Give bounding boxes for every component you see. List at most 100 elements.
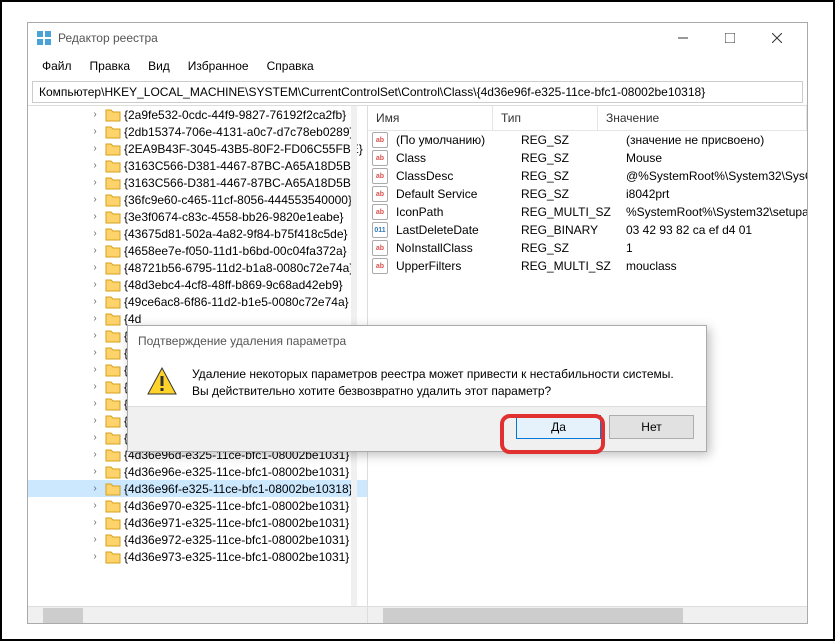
value-type: REG_MULTI_SZ — [517, 259, 622, 273]
tree-label: {2EA9B43F-3045-43B5-80F2-FD06C55FBE} — [124, 142, 363, 156]
value-type: REG_SZ — [517, 187, 622, 201]
list-row[interactable]: 011LastDeleteDateREG_BINARY03 42 93 82 c… — [368, 221, 807, 239]
yes-button[interactable]: Да — [516, 415, 601, 439]
col-header-value[interactable]: Значение — [598, 106, 807, 130]
tree-item[interactable]: › {3163C566-D381-4467-87BC-A65A18D5B} — [28, 174, 367, 191]
expander-icon[interactable]: › — [88, 449, 102, 460]
expander-icon[interactable]: › — [88, 534, 102, 545]
tree-item[interactable]: › {4d36e970-e325-11ce-bfc1-08002be1031} — [28, 497, 367, 514]
expander-icon[interactable]: › — [88, 126, 102, 137]
expander-icon[interactable]: › — [88, 228, 102, 239]
expander-icon[interactable]: › — [88, 398, 102, 409]
value-data: %SystemRoot%\System32\setupap — [622, 205, 807, 219]
tree-item[interactable]: ›{49ce6ac8-6f86-11d2-b1e5-0080c72e74a} — [28, 293, 367, 310]
dialog-line2: Вы действительно хотите безвозвратно уда… — [192, 383, 674, 400]
value-type-icon: ab — [372, 168, 388, 184]
value-data: Mouse — [622, 151, 807, 165]
confirm-delete-dialog: Подтверждение удаления параметра Удалени… — [127, 325, 707, 452]
menu-item[interactable]: Вид — [140, 55, 178, 77]
tree-label: {4d36e970-e325-11ce-bfc1-08002be1031} — [124, 499, 349, 513]
expander-icon[interactable]: › — [88, 296, 102, 307]
close-button[interactable] — [754, 24, 799, 52]
expander-icon[interactable]: › — [88, 381, 102, 392]
tree-label: {4d36e972-e325-11ce-bfc1-08002be1031} — [124, 533, 349, 547]
value-data: 03 42 93 82 ca ef d4 01 — [622, 223, 807, 237]
tree-item[interactable]: › {4d36e972-e325-11ce-bfc1-08002be1031} — [28, 531, 367, 548]
tree-label: {4658ee7e-f050-11d1-b6bd-00c04fa372a} — [124, 244, 347, 258]
tree-label: {48721b56-6795-11d2-b1a8-0080c72e74a} — [124, 261, 353, 275]
value-type-icon: ab — [372, 258, 388, 274]
expander-icon[interactable]: › — [88, 364, 102, 375]
tree-label: {3163C566-D381-4467-87BC-A65A18D5B} — [124, 176, 355, 190]
expander-icon[interactable]: › — [88, 262, 102, 273]
tree-item[interactable]: ›{43675d81-502a-4a82-9f84-b75f418c5de} — [28, 225, 367, 242]
list-row[interactable]: ab ClassDescREG_SZ@%SystemRoot%\System32\… — [368, 167, 807, 185]
list-row[interactable]: abClassREG_SZMouse — [368, 149, 807, 167]
value-type-icon: ab — [372, 204, 388, 220]
tree-item[interactable]: › {4658ee7e-f050-11d1-b6bd-00c04fa372a} — [28, 242, 367, 259]
expander-icon[interactable]: › — [88, 432, 102, 443]
tree-label: {4d — [124, 312, 141, 326]
menu-item[interactable]: Правка — [82, 55, 139, 77]
list-row[interactable]: abIconPathREG_MULTI_SZ%SystemRoot%\Syste… — [368, 203, 807, 221]
menu-item[interactable]: Справка — [259, 55, 322, 77]
value-type: REG_MULTI_SZ — [517, 205, 622, 219]
expander-icon[interactable]: › — [88, 143, 102, 154]
col-header-name[interactable]: Имя — [368, 106, 493, 130]
registry-editor-window: Редактор реестра ФайлПравкаВидИзбранноеС… — [27, 22, 808, 624]
list-row[interactable]: abDefault ServiceREG_SZi8042prt — [368, 185, 807, 203]
expander-icon[interactable]: › — [88, 330, 102, 341]
minimize-button[interactable] — [660, 24, 705, 52]
value-type: REG_SZ — [517, 169, 622, 183]
value-name: ClassDesc — [392, 169, 517, 183]
tree-item[interactable]: ›{4d36e96f-e325-11ce-bfc1-08002be10318} — [28, 480, 367, 497]
tree-label: {4d36e971-e325-11ce-bfc1-08002be1031} — [124, 516, 349, 530]
menu-item[interactable]: Файл — [34, 55, 80, 77]
tree-item[interactable]: › {2EA9B43F-3045-43B5-80F2-FD06C55FBE} — [28, 140, 367, 157]
tree-hscrollbar[interactable] — [28, 606, 367, 623]
expander-icon[interactable]: › — [88, 483, 102, 494]
expander-icon[interactable]: › — [88, 109, 102, 120]
expander-icon[interactable]: › — [88, 279, 102, 290]
expander-icon[interactable]: › — [88, 245, 102, 256]
maximize-button[interactable] — [707, 24, 752, 52]
address-bar[interactable]: Компьютер\HKEY_LOCAL_MACHINE\SYSTEM\Curr… — [32, 81, 803, 103]
tree-item[interactable]: ›{4d36e973-e325-11ce-bfc1-08002be1031} — [28, 548, 367, 565]
expander-icon[interactable]: › — [88, 347, 102, 358]
tree-label: {2a9fe532-0cdc-44f9-9827-76192f2ca2fb} — [124, 108, 346, 122]
expander-icon[interactable]: › — [88, 177, 102, 188]
value-data: (значение не присвоено) — [622, 133, 807, 147]
tree-item[interactable]: ›{3163C566-D381-4467-87BC-A65A18D5B} — [28, 157, 367, 174]
list-row[interactable]: abNoInstallClassREG_SZ1 — [368, 239, 807, 257]
tree-item[interactable]: ›{3e3f0674-c83c-4558-bb26-9820e1eabe} — [28, 208, 367, 225]
value-data: mouclass — [622, 259, 807, 273]
expander-icon[interactable]: › — [88, 194, 102, 205]
tree-item[interactable]: › {2a9fe532-0cdc-44f9-9827-76192f2ca2fb} — [28, 106, 367, 123]
list-row[interactable]: ab(По умолчанию)REG_SZ(значение не присв… — [368, 131, 807, 149]
value-name: (По умолчанию) — [392, 133, 517, 147]
expander-icon[interactable]: › — [88, 415, 102, 426]
menu-item[interactable]: Избранное — [180, 55, 257, 77]
tree-label: {36fc9e60-c465-11cf-8056-444553540000} — [124, 193, 352, 207]
tree-item[interactable]: › {48721b56-6795-11d2-b1a8-0080c72e74a} — [28, 259, 367, 276]
tree-item[interactable]: › {48d3ebc4-4cf8-48ff-b869-9c68ad42eb9} — [28, 276, 367, 293]
warning-icon — [146, 366, 178, 398]
tree-item[interactable]: › {36fc9e60-c465-11cf-8056-444553540000} — [28, 191, 367, 208]
col-header-type[interactable]: Тип — [493, 106, 598, 130]
expander-icon[interactable]: › — [88, 517, 102, 528]
expander-icon[interactable]: › — [88, 500, 102, 511]
tree-item[interactable]: › {4d36e971-e325-11ce-bfc1-08002be1031} — [28, 514, 367, 531]
value-data: @%SystemRoot%\System32\SysCla — [622, 169, 807, 183]
tree-item[interactable]: ›{4d36e96e-e325-11ce-bfc1-08002be1031} — [28, 463, 367, 480]
expander-icon[interactable]: › — [88, 160, 102, 171]
expander-icon[interactable]: › — [88, 551, 102, 562]
tree-label: {48d3ebc4-4cf8-48ff-b869-9c68ad42eb9} — [124, 278, 343, 292]
list-hscrollbar[interactable] — [368, 606, 807, 623]
list-row[interactable]: abUpperFiltersREG_MULTI_SZmouclass — [368, 257, 807, 275]
expander-icon[interactable]: › — [88, 211, 102, 222]
no-button[interactable]: Нет — [609, 415, 694, 439]
expander-icon[interactable]: › — [88, 466, 102, 477]
tree-item[interactable]: ›{2db15374-706e-4131-a0c7-d7c78eb0289} — [28, 123, 367, 140]
expander-icon[interactable]: › — [88, 313, 102, 324]
value-type-icon: ab — [372, 240, 388, 256]
